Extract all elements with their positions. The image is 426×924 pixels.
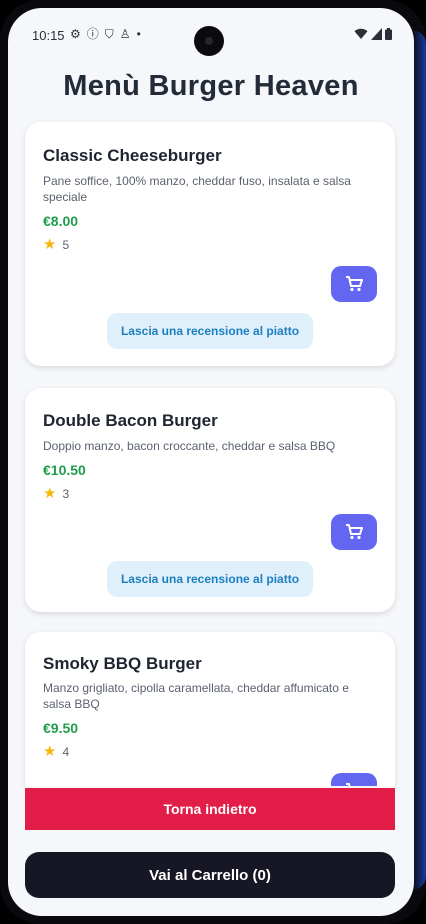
cart-icon [346, 524, 363, 540]
item-price: €8.00 [43, 213, 79, 229]
item-name: Smoky BBQ Burger [43, 654, 202, 673]
rating-value: 5 [62, 238, 70, 252]
cart-icon [346, 276, 363, 292]
settings-icon: ⚙ [70, 27, 81, 41]
shield-icon: ⛉ [104, 27, 114, 41]
item-name: Classic Cheeseburger [43, 146, 222, 165]
dot-icon: • [136, 27, 141, 41]
item-description: Manzo grigliato, cipolla caramellata, ch… [43, 681, 349, 711]
go-to-cart-button[interactable]: Vai al Carrello (0) [25, 852, 395, 898]
wifi-icon [354, 28, 368, 39]
review-button[interactable]: Lascia una recensione al piatto [107, 561, 313, 597]
review-button[interactable]: Lascia una recensione al piatto [107, 313, 313, 349]
add-to-cart-button[interactable] [331, 773, 377, 786]
menu-item-card: Double Bacon Burger Doppio manzo, bacon … [25, 388, 395, 612]
status-icons-left: ⚙ ⓘ ⛉ ♙ • [70, 27, 141, 41]
star-icon: ★ [43, 743, 57, 760]
item-rating: ★ 5 [43, 237, 69, 253]
status-icons-right [354, 28, 392, 40]
app-screen: 10:15 ⚙ ⓘ ⛉ ♙ • Menù Burger Heaven Class… [8, 8, 414, 916]
item-description: Pane soffice, 100% manzo, cheddar fuso, … [43, 174, 351, 204]
item-rating: ★ 3 [43, 486, 69, 502]
status-time: 10:15 [32, 28, 65, 43]
cart-icon [346, 783, 362, 786]
menu-item-card: Smoky BBQ Burger Manzo grigliato, cipoll… [25, 632, 395, 786]
back-button[interactable]: Torna indietro [25, 788, 395, 830]
item-price: €10.50 [43, 462, 86, 478]
device-frame: 10:15 ⚙ ⓘ ⛉ ♙ • Menù Burger Heaven Class… [0, 0, 426, 924]
signal-icon [371, 28, 382, 40]
accessibility-icon: ♙ [119, 27, 131, 41]
menu-list[interactable]: Classic Cheeseburger Pane soffice, 100% … [8, 118, 414, 786]
menu-item-card: Classic Cheeseburger Pane soffice, 100% … [25, 122, 395, 366]
item-rating: ★ 4 [43, 744, 69, 760]
star-icon: ★ [43, 236, 57, 253]
info-icon: ⓘ [86, 27, 99, 41]
rating-value: 3 [62, 487, 70, 501]
device-edge [412, 30, 426, 890]
item-description: Doppio manzo, bacon croccante, cheddar e… [43, 439, 336, 453]
star-icon: ★ [43, 485, 57, 502]
item-price: €9.50 [43, 720, 79, 736]
camera-cutout [194, 26, 224, 56]
battery-icon [385, 28, 392, 40]
add-to-cart-button[interactable] [331, 266, 377, 302]
rating-value: 4 [62, 745, 70, 759]
add-to-cart-button[interactable] [331, 514, 377, 550]
page-title: Menù Burger Heaven [63, 70, 359, 102]
item-name: Double Bacon Burger [43, 411, 218, 430]
status-bar: 10:15 ⚙ ⓘ ⛉ ♙ • [8, 8, 414, 58]
